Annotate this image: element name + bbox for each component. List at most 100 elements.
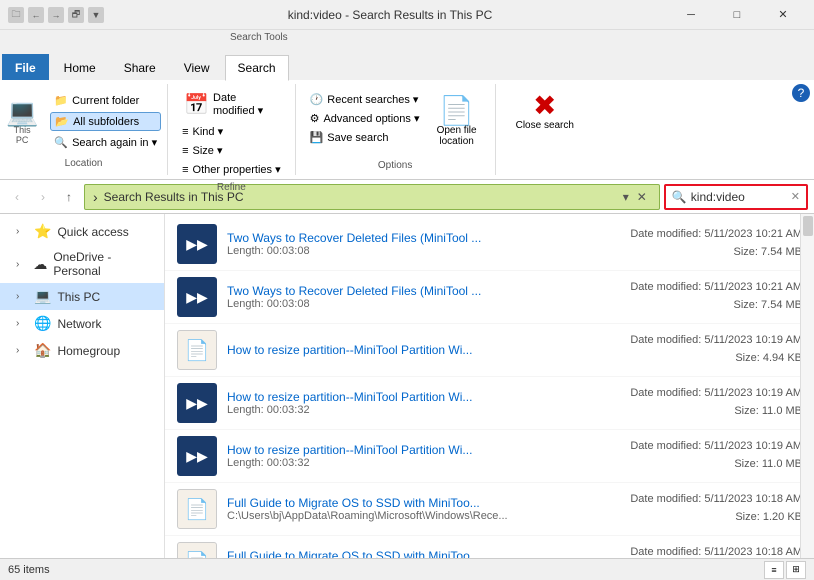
window-controls: ─ □ ✕ bbox=[668, 0, 806, 30]
file-item-7[interactable]: 📄 Full Guide to Migrate OS to SSD with Mi… bbox=[165, 536, 814, 558]
file-name-4[interactable]: How to resize partition--MiniTool Partit… bbox=[227, 390, 557, 404]
file-icon-7: 📄 bbox=[177, 542, 217, 558]
date-modified-button[interactable]: 📅 Datemodified ▾ bbox=[178, 88, 269, 121]
file-item-1[interactable]: ▶Two Ways to Recover Deleted Files (Mini… bbox=[165, 218, 814, 271]
recent-searches-icon: 🕐 bbox=[310, 93, 324, 106]
ribbon-content: 💻 ThisPC 📁 Current folder 📂 All subfolde… bbox=[0, 80, 814, 180]
quick-access-icon: ⭐ bbox=[34, 223, 51, 240]
file-meta-5: Date modified: 5/11/2023 10:19 AMSize: 1… bbox=[630, 438, 802, 473]
sidebar-item-network[interactable]: › 🌐 Network bbox=[0, 310, 164, 337]
file-sub-1: Length: 00:03:08 bbox=[227, 245, 630, 257]
expand-icon: › bbox=[16, 318, 28, 329]
expand-icon: › bbox=[16, 345, 28, 356]
help-button[interactable]: ? bbox=[792, 84, 810, 102]
save-search-label: Save search bbox=[327, 132, 388, 144]
forward-button[interactable]: › bbox=[32, 186, 54, 208]
close-button[interactable]: ✕ bbox=[760, 0, 806, 30]
file-meta-6: Date modified: 5/11/2023 10:18 AMSize: 1… bbox=[630, 491, 802, 526]
kind-button[interactable]: ≡ Kind ▾ bbox=[178, 123, 227, 140]
ribbon-group-options: 🕐 Recent searches ▾ ⚙ Advanced options ▾… bbox=[296, 84, 496, 175]
ribbon-group-refine: 📅 Datemodified ▾ ≡ Kind ▾ ≡ Size ▾ ≡ Oth… bbox=[168, 84, 295, 175]
close-search-button[interactable]: ✖ Close search bbox=[508, 86, 582, 137]
file-item-3[interactable]: 📄How to resize partition--MiniTool Parti… bbox=[165, 324, 814, 377]
file-name-1[interactable]: Two Ways to Recover Deleted Files (MiniT… bbox=[227, 231, 557, 245]
tab-search[interactable]: Search bbox=[225, 55, 289, 81]
size-label: Size ▾ bbox=[193, 144, 223, 157]
file-meta-3: Date modified: 5/11/2023 10:19 AMSize: 4… bbox=[630, 332, 802, 367]
all-subfolders-icon: 📂 bbox=[55, 115, 69, 128]
file-info-5: How to resize partition--MiniTool Partit… bbox=[227, 443, 630, 469]
tab-share[interactable]: Share bbox=[111, 54, 169, 80]
file-icon-2: ▶ bbox=[177, 277, 217, 317]
file-meta-4: Date modified: 5/11/2023 10:19 AMSize: 1… bbox=[630, 385, 802, 420]
tab-view[interactable]: View bbox=[171, 54, 223, 80]
address-path[interactable]: › Search Results in This PC ▾ ✕ bbox=[84, 184, 660, 210]
advanced-options-button[interactable]: ⚙ Advanced options ▾ bbox=[306, 110, 425, 127]
open-file-label: Open filelocation bbox=[437, 125, 477, 147]
sidebar-item-homegroup[interactable]: › 🏠 Homegroup bbox=[0, 337, 164, 364]
up-button[interactable]: ↑ bbox=[58, 186, 80, 208]
other-props-label: Other properties ▾ bbox=[193, 163, 281, 176]
tab-file[interactable]: File bbox=[2, 54, 49, 80]
minimize-button[interactable]: ─ bbox=[668, 0, 714, 30]
close-search-icon: ✖ bbox=[533, 92, 556, 120]
scrollbar[interactable] bbox=[800, 214, 814, 558]
file-sub-6: C:\Users\bj\AppData\Roaming\Microsoft\Wi… bbox=[227, 510, 630, 522]
all-subfolders-label: All subfolders bbox=[73, 116, 139, 128]
current-folder-label: Current folder bbox=[72, 95, 139, 107]
search-tools-label: Search Tools bbox=[230, 32, 288, 43]
network-label: Network bbox=[57, 317, 101, 331]
advanced-options-label: Advanced options ▾ bbox=[323, 112, 419, 125]
sidebar-item-quick-access[interactable]: › ⭐ Quick access bbox=[0, 218, 164, 245]
address-dropdown-icon[interactable]: ▾ bbox=[619, 190, 633, 204]
address-bar: ‹ › ↑ › Search Results in This PC ▾ ✕ 🔍 … bbox=[0, 180, 814, 214]
other-properties-button[interactable]: ≡ Other properties ▾ bbox=[178, 161, 284, 178]
tb-icon-1: 🗀 bbox=[8, 7, 24, 23]
file-name-2[interactable]: Two Ways to Recover Deleted Files (MiniT… bbox=[227, 284, 557, 298]
view-details-button[interactable]: ≡ bbox=[764, 561, 784, 579]
back-button[interactable]: ‹ bbox=[6, 186, 28, 208]
tab-home[interactable]: Home bbox=[51, 54, 109, 80]
status-count: 65 items bbox=[8, 564, 764, 576]
file-item-6[interactable]: 📄Full Guide to Migrate OS to SSD with Mi… bbox=[165, 483, 814, 536]
file-name-3[interactable]: How to resize partition--MiniTool Partit… bbox=[227, 343, 557, 357]
search-again-button[interactable]: 🔍 Search again in ▾ bbox=[50, 134, 161, 151]
current-folder-button[interactable]: 📁 Current folder bbox=[50, 92, 161, 109]
view-large-icons-button[interactable]: ⊞ bbox=[786, 561, 806, 579]
ribbon-group-location: 💻 ThisPC 📁 Current folder 📂 All subfolde… bbox=[0, 84, 168, 175]
file-icon-4: ▶ bbox=[177, 383, 217, 423]
search-box[interactable]: 🔍 ✕ bbox=[664, 184, 808, 210]
date-modified-icon: 📅 bbox=[184, 92, 209, 117]
file-item-2[interactable]: ▶ Two Ways to Recover Deleted Files (Mini… bbox=[165, 271, 814, 324]
advanced-options-icon: ⚙ bbox=[310, 112, 320, 125]
size-icon: ≡ bbox=[182, 145, 188, 157]
file-item-4[interactable]: ▶ How to resize partition--MiniTool Parti… bbox=[165, 377, 814, 430]
maximize-button[interactable]: □ bbox=[714, 0, 760, 30]
expand-icon: › bbox=[16, 226, 28, 237]
path-text: Search Results in This PC bbox=[104, 190, 619, 204]
open-file-location-button[interactable]: 📄 Open filelocation bbox=[429, 91, 485, 153]
file-name-6[interactable]: Full Guide to Migrate OS to SSD with Min… bbox=[227, 496, 557, 510]
file-item-5[interactable]: ▶How to resize partition--MiniTool Parti… bbox=[165, 430, 814, 483]
quick-access-label: Quick access bbox=[57, 225, 128, 239]
kind-label: Kind ▾ bbox=[193, 125, 224, 138]
recent-searches-button[interactable]: 🕐 Recent searches ▾ bbox=[306, 91, 425, 108]
file-info-7: Full Guide to Migrate OS to SSD with Min… bbox=[227, 549, 630, 558]
homegroup-icon: 🏠 bbox=[34, 342, 51, 359]
status-view-icons: ≡ ⊞ bbox=[764, 561, 806, 579]
size-button[interactable]: ≡ Size ▾ bbox=[178, 142, 226, 159]
search-input[interactable] bbox=[691, 190, 791, 204]
close-search-label: Close search bbox=[516, 120, 574, 131]
all-subfolders-button[interactable]: 📂 All subfolders bbox=[50, 112, 161, 131]
sidebar-item-this-pc[interactable]: › 💻 This PC bbox=[0, 283, 164, 310]
file-meta-7: Date modified: 5/11/2023 10:18 AMSize: 1… bbox=[630, 544, 802, 558]
file-name-7[interactable]: Full Guide to Migrate OS to SSD with Min… bbox=[227, 549, 557, 558]
search-clear-icon[interactable]: ✕ bbox=[791, 190, 800, 203]
file-name-5[interactable]: How to resize partition--MiniTool Partit… bbox=[227, 443, 557, 457]
search-tools-header: Search Tools bbox=[0, 30, 814, 50]
address-clear-icon[interactable]: ✕ bbox=[633, 190, 651, 204]
file-info-3: How to resize partition--MiniTool Partit… bbox=[227, 343, 630, 357]
save-search-button[interactable]: 💾 Save search bbox=[306, 129, 425, 146]
network-icon: 🌐 bbox=[34, 315, 51, 332]
sidebar-item-onedrive[interactable]: › ☁ OneDrive - Personal bbox=[0, 245, 164, 283]
